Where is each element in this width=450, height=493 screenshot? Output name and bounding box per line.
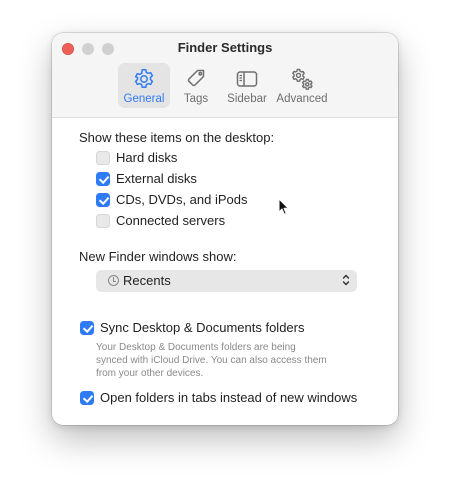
- popup-selected-value: Recents: [123, 273, 171, 288]
- checkbox-label: Hard disks: [116, 150, 178, 165]
- sync-help-text: Your Desktop & Documents folders are bei…: [96, 341, 341, 380]
- external-disks-checkbox[interactable]: [96, 172, 110, 186]
- clock-icon: [108, 275, 119, 286]
- sync-desktop-documents-checkbox[interactable]: [80, 321, 94, 335]
- connected-servers-checkbox[interactable]: [96, 214, 110, 228]
- sidebar-icon: [222, 67, 272, 91]
- new-window-popup[interactable]: Recents: [96, 270, 357, 292]
- help-line: synced with iCloud Drive. You can also a…: [96, 355, 327, 366]
- cds-dvds-ipods-checkbox[interactable]: [96, 193, 110, 207]
- tab-sidebar[interactable]: Sidebar: [222, 63, 272, 108]
- checkbox-label: Open folders in tabs instead of new wind…: [100, 390, 358, 405]
- help-line: from your other devices.: [96, 368, 204, 379]
- mouse-pointer-icon: [278, 198, 290, 221]
- finder-settings-window: Finder Settings General Tags Sidebar Adv…: [52, 33, 398, 425]
- gears-icon: [276, 67, 328, 91]
- checkbox-label: CDs, DVDs, and iPods: [116, 192, 248, 207]
- checkbox-label: External disks: [116, 171, 197, 186]
- new-window-heading: New Finder windows show:: [79, 249, 237, 264]
- window-title: Finder Settings: [177, 40, 273, 55]
- toolbar: Finder Settings General Tags Sidebar Adv…: [52, 33, 398, 118]
- hard-disks-checkbox[interactable]: [96, 151, 110, 165]
- checkbox-label: Sync Desktop & Documents folders: [100, 320, 305, 335]
- tab-general[interactable]: General: [118, 63, 170, 108]
- tab-label: Advanced: [276, 93, 328, 105]
- tab-tags[interactable]: Tags: [176, 63, 216, 108]
- checkbox-label: Connected servers: [116, 213, 226, 228]
- tab-label: Sidebar: [227, 93, 267, 105]
- help-line: Your Desktop & Documents folders are bei…: [96, 342, 296, 353]
- tab-label: Tags: [183, 93, 209, 105]
- desktop-items-heading: Show these items on the desktop:: [79, 130, 275, 145]
- gear-icon: [118, 67, 170, 91]
- open-folders-in-tabs-checkbox[interactable]: [80, 391, 94, 405]
- tab-advanced[interactable]: Advanced: [276, 63, 328, 108]
- chevron-up-down-icon: [342, 273, 350, 292]
- tab-label: General: [123, 93, 165, 105]
- tag-icon: [176, 67, 216, 91]
